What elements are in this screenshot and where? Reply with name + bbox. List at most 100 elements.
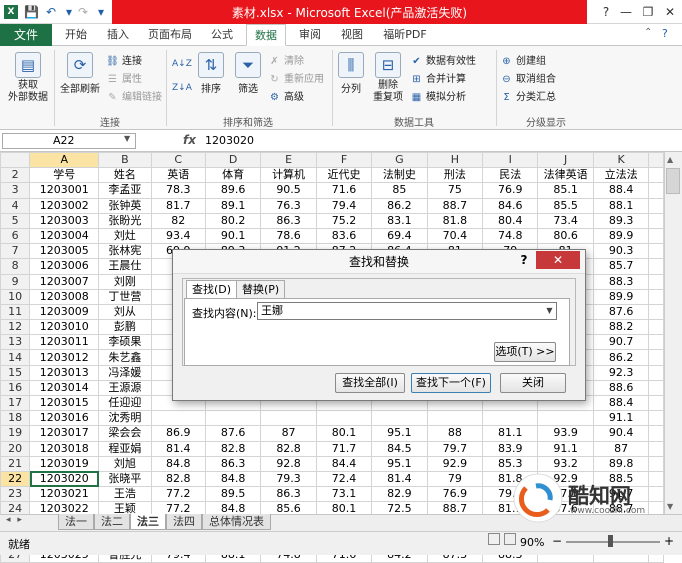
grid-cell[interactable]: 81.7 [150,197,206,214]
row-header[interactable]: 3 [0,182,31,199]
close-window-button[interactable]: ✕ [660,3,680,21]
zoom-slider-track[interactable] [566,541,660,543]
header-cell[interactable]: 体育 [204,167,262,184]
row-header[interactable]: 14 [0,349,31,366]
header-cell[interactable]: 姓名 [98,167,152,184]
name-box-dropdown-icon[interactable]: ▼ [124,134,130,143]
grid-cell[interactable]: 1203013 [29,364,100,381]
sheet-tab-5[interactable]: 总体情况表 [202,514,271,530]
column-header[interactable]: H [426,151,484,169]
grid-cell[interactable]: 1203019 [29,455,100,472]
grid-cell[interactable]: 刘刚 [98,273,152,290]
grid-cell[interactable]: 73.4 [537,212,594,229]
grid-cell[interactable]: 88 [426,425,484,442]
grid-cell[interactable]: 彭鹏 [98,319,152,336]
row-header[interactable]: 2 [0,167,31,184]
column-header[interactable]: D [204,151,262,169]
grid-cell[interactable]: 刘从 [98,303,152,321]
grid-cell[interactable]: 1203006 [29,258,100,275]
data-validation-button[interactable]: ✔ 数据有效性 [410,54,476,70]
grid-cell[interactable]: 1203005 [29,243,100,260]
grid-cell[interactable]: 83.6 [315,227,373,245]
grid-cell[interactable]: 86.3 [260,212,317,229]
empty-cell[interactable] [648,258,664,275]
grid-cell[interactable]: 72.4 [315,470,373,488]
header-cell[interactable]: 刑法 [426,167,484,184]
column-header[interactable]: G [371,151,428,169]
empty-cell[interactable] [648,364,664,381]
group-button[interactable]: ⊕ 创建组 [500,54,546,70]
empty-cell[interactable] [648,410,664,427]
tab-replace[interactable]: 替换(P) [236,280,286,298]
grid-cell[interactable]: 88.4 [592,394,650,412]
grid-cell[interactable]: 91.1 [592,410,650,427]
grid-cell[interactable]: 90.1 [204,227,262,245]
zoom-level[interactable]: 90% [520,536,544,549]
grid-cell[interactable]: 78.6 [260,227,317,245]
row-header[interactable]: 5 [0,212,31,229]
dialog-close-button[interactable]: ✕ [536,251,580,269]
vertical-scrollbar[interactable] [664,152,682,514]
grid-cell[interactable]: 张林宪 [98,243,152,260]
grid-cell[interactable]: 76.3 [260,197,317,214]
help-circle-icon[interactable]: ? [662,27,668,40]
grid-cell[interactable]: 80.2 [204,212,262,229]
grid-cell[interactable]: 89.5 [204,486,262,503]
grid-cell[interactable]: 82.8 [150,470,206,488]
row-header[interactable]: 18 [0,410,31,427]
grid-cell[interactable]: 1203009 [29,303,100,321]
grid-cell[interactable]: 89.1 [204,197,262,214]
column-header-partial[interactable] [648,151,664,169]
empty-cell[interactable] [648,394,664,412]
column-header[interactable]: A [29,151,100,169]
header-cell[interactable]: 法制史 [371,167,428,184]
grid-cell[interactable]: 70.4 [426,227,484,245]
grid-cell[interactable]: 79.3 [260,470,317,488]
sort-button[interactable]: ⇅ 排序 [196,52,226,95]
edit-links-button[interactable]: ✎ 编辑链接 [106,90,162,106]
minimize-button[interactable]: — [616,3,636,21]
restore-button[interactable]: ❐ [638,3,658,21]
empty-cell[interactable] [648,182,664,199]
connections-button[interactable]: ⛓ 连接 [106,54,142,70]
sheet-nav-icon[interactable]: ◂ ▸ [6,515,24,525]
header-cell[interactable]: 法律英语 [537,167,594,184]
grid-cell[interactable]: 1203011 [29,334,100,351]
header-cell[interactable]: 学号 [29,167,100,184]
grid-cell[interactable]: 93.4 [150,227,206,245]
row-header[interactable]: 12 [0,319,31,336]
grid-cell[interactable]: 85 [371,182,428,199]
grid-cell[interactable]: 任迎迎 [98,394,152,412]
grid-cell[interactable]: 1203012 [29,349,100,366]
find-all-button[interactable]: 查找全部(I) [335,373,405,393]
tab-home[interactable]: 开始 [58,24,94,46]
header-cell[interactable]: 近代史 [315,167,373,184]
zoom-slider-thumb[interactable] [608,535,613,547]
find-next-button[interactable]: 查找下一个(F) [411,373,491,393]
grid-cell[interactable]: 74.8 [482,227,539,245]
grid-cell[interactable]: 86.3 [260,486,317,503]
row-header[interactable]: 15 [0,364,31,381]
grid-cell[interactable]: 90.4 [592,425,650,442]
grid-cell[interactable]: 1203003 [29,212,100,229]
grid-cell[interactable]: 76.9 [482,182,539,199]
grid-cell[interactable]: 李硕果 [98,334,152,351]
grid-cell[interactable]: 77.2 [150,486,206,503]
grid-cell[interactable]: 84.8 [204,470,262,488]
header-cell[interactable]: 计算机 [260,167,317,184]
header-cell[interactable]: 民法 [482,167,539,184]
grid-cell[interactable]: 79 [426,470,484,488]
grid-cell[interactable]: 81.8 [426,212,484,229]
tab-page-layout[interactable]: 页面布局 [142,24,198,46]
properties-button[interactable]: ☰ 属性 [106,72,142,88]
redo-icon[interactable]: ↷ [76,5,90,19]
grid-cell[interactable]: 89.3 [592,212,650,229]
grid-cell[interactable]: 95.1 [371,425,428,442]
grid-cell[interactable]: 88.7 [426,197,484,214]
grid-cell[interactable]: 73.1 [315,486,373,503]
grid-cell[interactable]: 1203017 [29,425,100,442]
clear-filter-button[interactable]: ✗ 清除 [268,54,304,70]
row-header[interactable]: 22 [0,470,31,488]
grid-cell[interactable]: 1203014 [29,379,100,397]
grid-cell[interactable]: 88.6 [592,379,650,397]
